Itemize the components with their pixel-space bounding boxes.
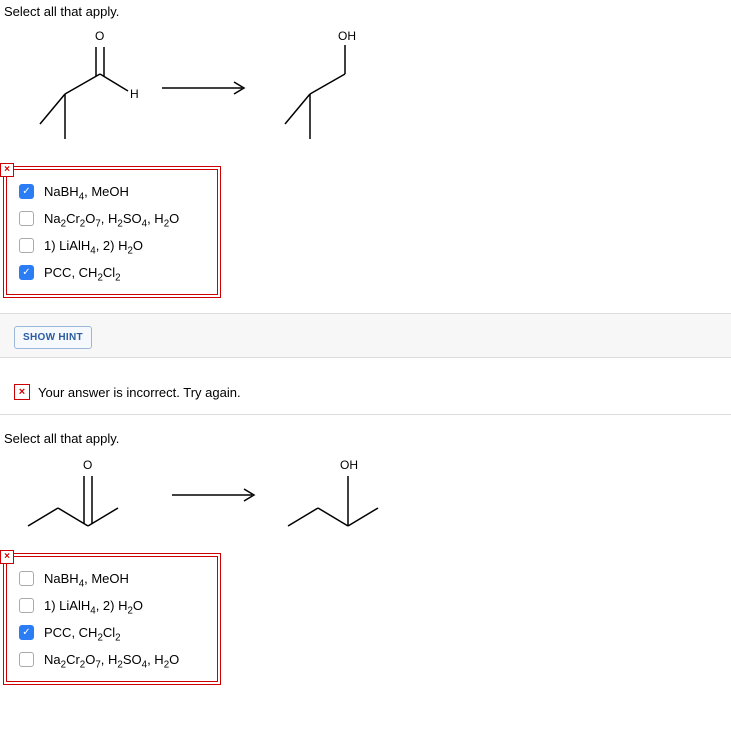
reaction-arrow-icon	[170, 485, 260, 508]
reaction-scheme-2: O OH	[20, 456, 731, 536]
answer-box-wrapper: × NaBH4, MeOH1) LiAlH4, 2) H2O✓PCC, CH2C…	[6, 556, 731, 682]
option-label: Na2Cr2O7, H2SO4, H2O	[44, 652, 179, 667]
prompt-text: Select all that apply.	[4, 431, 731, 446]
molecule-svg	[20, 29, 140, 149]
atom-label-O: O	[83, 458, 92, 472]
option-label: PCC, CH2Cl2	[44, 265, 121, 280]
reactant-structure: O H	[20, 29, 140, 149]
checkbox[interactable]	[19, 652, 34, 667]
option-row[interactable]: 1) LiAlH4, 2) H2O	[17, 592, 207, 619]
answer-options-box: NaBH4, MeOH 1) LiAlH4, 2) H2O ✓ PCC, CH2Cl2…	[6, 556, 218, 682]
answer-options-box: ✓ NaBH4, MeOH Na2Cr2O7, H2SO4, H2O 1) LiAlH…	[6, 169, 218, 295]
checkbox[interactable]: ✓	[19, 184, 34, 199]
option-row[interactable]: Na2Cr2O7, H2SO4, H2O	[17, 646, 207, 673]
option-row[interactable]: ✓ PCC, CH2Cl2	[17, 619, 207, 646]
feedback-bar: × Your answer is incorrect. Try again.	[0, 370, 731, 415]
option-label: PCC, CH2Cl2	[44, 625, 121, 640]
question-1: Select all that apply. O H	[0, 0, 731, 370]
reactant-structure: O	[20, 456, 150, 536]
option-label: 1) LiAlH4, 2) H2O	[44, 238, 143, 253]
prompt-text: Select all that apply.	[4, 4, 731, 19]
reaction-scheme-1: O H OH	[20, 29, 731, 149]
atom-label-OH: OH	[338, 29, 356, 43]
option-label: NaBH4, MeOH	[44, 571, 129, 586]
incorrect-icon: ×	[0, 550, 14, 564]
atom-label-H: H	[130, 87, 139, 101]
checkbox[interactable]: ✓	[19, 265, 34, 280]
option-row[interactable]: Na2Cr2O7, H2SO4, H2O	[17, 205, 207, 232]
product-structure: OH	[280, 456, 410, 536]
option-row[interactable]: ✓ PCC, CH2Cl2	[17, 259, 207, 286]
feedback-text: Your answer is incorrect. Try again.	[38, 385, 241, 400]
incorrect-icon: ×	[0, 163, 14, 177]
option-row[interactable]: NaBH4, MeOH	[17, 565, 207, 592]
show-hint-button[interactable]: SHOW HINT	[14, 326, 92, 349]
atom-label-OH: OH	[340, 458, 358, 472]
hint-bar: SHOW HINT	[0, 313, 731, 358]
option-label: Na2Cr2O7, H2SO4, H2O	[44, 211, 179, 226]
atom-label-O: O	[95, 29, 104, 43]
product-structure: OH	[270, 29, 390, 149]
checkbox[interactable]	[19, 571, 34, 586]
option-row[interactable]: 1) LiAlH4, 2) H2O	[17, 232, 207, 259]
option-row[interactable]: ✓ NaBH4, MeOH	[17, 178, 207, 205]
checkbox[interactable]	[19, 211, 34, 226]
checkbox[interactable]: ✓	[19, 625, 34, 640]
checkbox[interactable]	[19, 238, 34, 253]
answer-box-wrapper: × ✓NaBH4, MeOHNa2Cr2O7, H2SO4, H2O1) LiA…	[6, 169, 731, 295]
checkbox[interactable]	[19, 598, 34, 613]
molecule-svg	[270, 29, 390, 149]
option-label: 1) LiAlH4, 2) H2O	[44, 598, 143, 613]
option-label: NaBH4, MeOH	[44, 184, 129, 199]
reaction-arrow-icon	[160, 78, 250, 101]
incorrect-icon: ×	[14, 384, 30, 400]
question-2: Select all that apply. O	[0, 427, 731, 694]
